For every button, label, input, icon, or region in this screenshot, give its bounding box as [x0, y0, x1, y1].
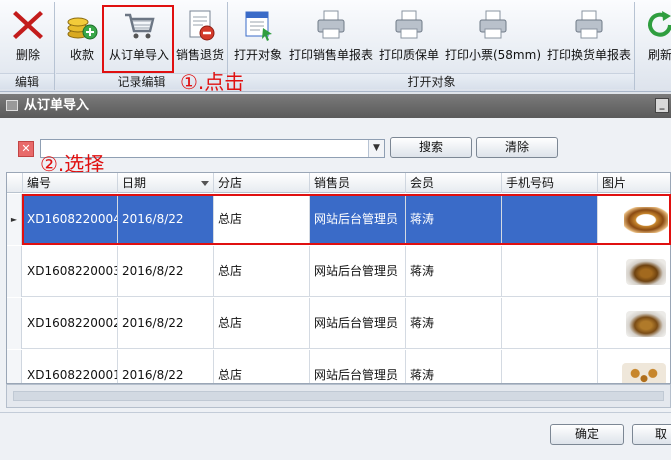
- cell-seller: 网站后台管理员: [310, 246, 406, 297]
- row-indicator: [7, 350, 22, 383]
- receive-payment-button[interactable]: 收款: [60, 6, 104, 72]
- cell-id: XD1608220001: [23, 350, 118, 383]
- print-sales-report-label: 打印销售单报表: [288, 48, 373, 62]
- clear-filter-icon[interactable]: ✕: [18, 141, 34, 157]
- column-header-date[interactable]: 日期: [118, 173, 214, 193]
- highlight-selected-row: [22, 194, 671, 245]
- cell-date: 2016/8/22: [118, 298, 214, 349]
- cell-store: 总店: [214, 246, 310, 297]
- row-indicator: [7, 246, 22, 297]
- cell-image: [598, 246, 670, 297]
- receive-payment-label: 收款: [69, 48, 94, 62]
- cell-seller: 网站后台管理员: [310, 298, 406, 349]
- clear-button[interactable]: 清除: [476, 137, 558, 158]
- table-row[interactable]: XD1608220002 2016/8/22 总店 网站后台管理员 蒋涛: [7, 298, 670, 349]
- return-doc-icon: [189, 10, 215, 41]
- column-header-id[interactable]: 编号: [23, 173, 118, 193]
- pendant-thumbnail: [626, 311, 666, 337]
- printer-icon: [317, 10, 345, 39]
- highlight-import-button: [102, 5, 174, 73]
- column-header-seller[interactable]: 销售员: [310, 173, 406, 193]
- beads-thumbnail: [622, 363, 666, 383]
- column-header-member[interactable]: 会员: [406, 173, 502, 193]
- chevron-down-icon[interactable]: ▼: [368, 140, 384, 157]
- delete-button-label: 删除: [15, 48, 40, 62]
- cell-member: 蒋涛: [406, 246, 502, 297]
- grid-header: 编号 日期 分店 销售员 会员 手机号码 图片: [7, 173, 670, 193]
- column-header-phone[interactable]: 手机号码: [502, 173, 598, 193]
- cell-image: [598, 350, 670, 383]
- minimize-button[interactable]: _: [655, 98, 669, 113]
- window-icon: [6, 100, 18, 111]
- cell-id: XD1608220002: [23, 298, 118, 349]
- ribbon-group-refresh: 刷新: [636, 2, 671, 90]
- pendant-thumbnail: [626, 259, 666, 285]
- print-sales-report-button[interactable]: 打印销售单报表: [287, 6, 375, 72]
- column-header-date-label: 日期: [122, 176, 147, 190]
- sales-return-label: 销售退货: [175, 48, 224, 62]
- sales-return-button[interactable]: 销售退货: [174, 6, 226, 72]
- ok-button[interactable]: 确定: [550, 424, 624, 445]
- refresh-button[interactable]: 刷新: [640, 6, 671, 72]
- horizontal-scrollbar[interactable]: [6, 384, 671, 408]
- scrollbar-track[interactable]: [13, 391, 664, 401]
- cell-phone: [502, 246, 598, 297]
- print-exchange-report-label: 打印换货单报表: [546, 48, 631, 62]
- open-object-button[interactable]: 打开对象: [231, 6, 285, 72]
- printer-icon: [395, 10, 423, 39]
- cancel-button[interactable]: 取: [632, 424, 671, 445]
- cell-member: 蒋涛: [406, 298, 502, 349]
- column-header-image[interactable]: 图片: [598, 173, 670, 193]
- row-indicator: [7, 298, 22, 349]
- cell-seller: 网站后台管理员: [310, 350, 406, 383]
- current-row-indicator-icon: ►: [7, 194, 22, 245]
- cell-date: 2016/8/22: [118, 350, 214, 383]
- ribbon-toolbar: 删除 编辑 收款 从订单导入 销售退货 记录编辑 打开对象 打印销售单报表 打印…: [0, 0, 671, 92]
- print-warranty-label: 打印质保单: [378, 48, 439, 62]
- print-warranty-button[interactable]: 打印质保单: [377, 6, 441, 72]
- delete-x-icon: [13, 11, 43, 39]
- column-header-store[interactable]: 分店: [214, 173, 310, 193]
- ribbon-group-label-open-object: 打开对象: [229, 73, 634, 89]
- printer-icon: [479, 10, 507, 39]
- refresh-label: 刷新: [647, 48, 671, 62]
- table-row[interactable]: XD1608220001 2016/8/22 总店 网站后台管理员 蒋涛: [7, 350, 670, 383]
- printer-icon: [575, 10, 603, 39]
- open-object-label: 打开对象: [233, 48, 282, 62]
- print-receipt-58mm-button[interactable]: 打印小票(58mm): [443, 6, 543, 72]
- sort-descending-icon: [201, 181, 209, 186]
- open-object-icon: [245, 11, 272, 41]
- annotation-step-1: ①.点击: [180, 70, 245, 94]
- search-button[interactable]: 搜索: [390, 137, 472, 158]
- delete-button[interactable]: 删除: [6, 6, 50, 72]
- cell-phone: [502, 298, 598, 349]
- print-receipt-58mm-label: 打印小票(58mm): [444, 48, 541, 62]
- dialog-titlebar: 从订单导入 _: [0, 94, 671, 118]
- cell-store: 总店: [214, 298, 310, 349]
- header-indicator: [7, 173, 23, 193]
- ribbon-group-open-object: 打开对象 打印销售单报表 打印质保单 打印小票(58mm) 打印换货单报表 打开…: [229, 2, 635, 90]
- coins-icon: [67, 17, 98, 40]
- cell-store: 总店: [214, 350, 310, 383]
- cell-phone: [502, 350, 598, 383]
- refresh-icon: [648, 11, 671, 37]
- table-row[interactable]: XD1608220003 2016/8/22 总店 网站后台管理员 蒋涛: [7, 246, 670, 297]
- print-exchange-report-button[interactable]: 打印换货单报表: [545, 6, 633, 72]
- ribbon-group-edit: 删除 编辑: [0, 2, 55, 90]
- ribbon-group-label-edit: 编辑: [0, 73, 54, 89]
- cell-date: 2016/8/22: [118, 246, 214, 297]
- cell-member: 蒋涛: [406, 350, 502, 383]
- dialog-title: 从订单导入: [24, 98, 90, 113]
- cell-image: [598, 298, 670, 349]
- cell-id: XD1608220003: [23, 246, 118, 297]
